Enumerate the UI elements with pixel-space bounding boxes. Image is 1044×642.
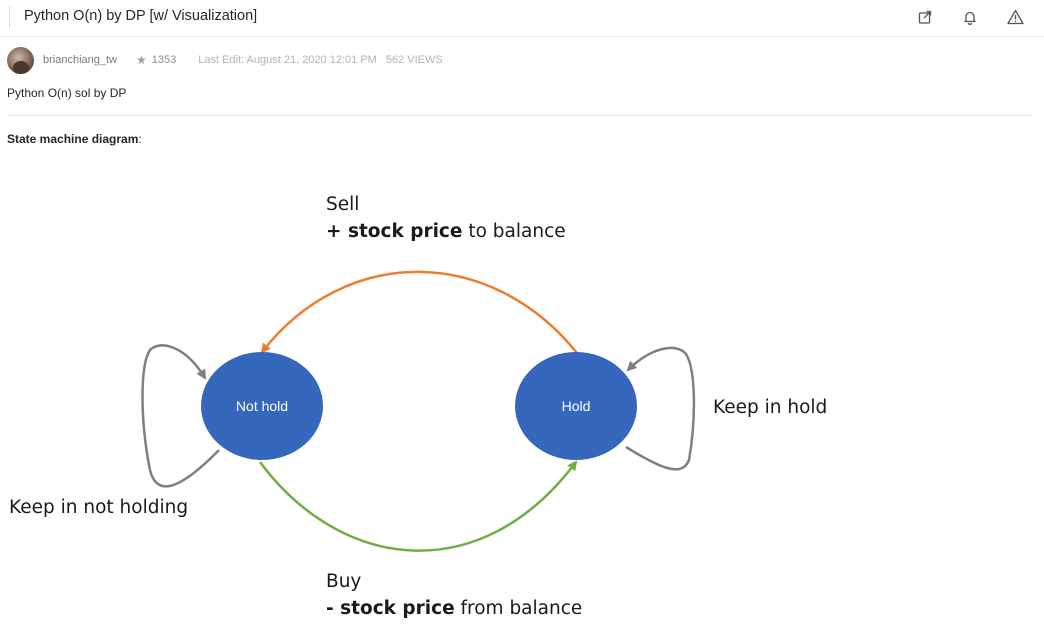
sell-label: Sell [326,194,359,215]
section-heading-colon: : [138,132,142,146]
sell-detail-bold: stock price [348,221,463,242]
divider [9,6,10,28]
warning-icon[interactable] [1004,6,1026,28]
buy-detail: - stock price from balance [326,598,582,619]
star-icon: ★ [136,53,147,67]
node-hold-label: Hold [562,398,591,414]
sell-detail: + stock price to balance [326,221,566,242]
avatar[interactable] [7,46,34,74]
reputation-value: 1353 [151,54,177,66]
divider [7,115,1033,116]
author-meta: brianchiang_tw ★ 1353 Last Edit: August … [7,46,443,74]
reputation: ★ 1353 [136,53,176,67]
keep-not-holding-label: Keep in not holding [9,497,188,518]
view-count: 562 VIEWS [385,54,443,66]
node-not-hold-label: Not hold [236,398,288,414]
sell-detail-prefix: + [326,221,348,242]
sell-detail-suffix: to balance [462,221,565,242]
post-summary: Python O(n) sol by DP [7,86,127,100]
buy-detail-suffix: from balance [455,598,583,619]
buy-detail-prefix: - [326,598,340,619]
sell-arrow [260,270,578,354]
buy-arrow [258,460,578,552]
share-icon[interactable] [914,6,936,28]
keep-hold-label: Keep in hold [713,397,827,418]
post-title: Python O(n) by DP [w/ Visualization] [24,8,258,24]
state-machine-diagram: Sell + stock price to balance Not hold H… [0,150,1044,642]
section-heading: State machine diagram: [7,132,142,146]
last-edit: Last Edit: August 21, 2020 12:01 PM [198,54,377,66]
username-link[interactable]: brianchiang_tw [43,54,117,66]
buy-label: Buy [326,571,361,592]
bell-icon[interactable] [959,6,981,28]
buy-detail-bold: stock price [340,598,455,619]
section-heading-text: State machine diagram [7,132,139,146]
top-bar: Python O(n) by DP [w/ Visualization] [0,0,1044,37]
